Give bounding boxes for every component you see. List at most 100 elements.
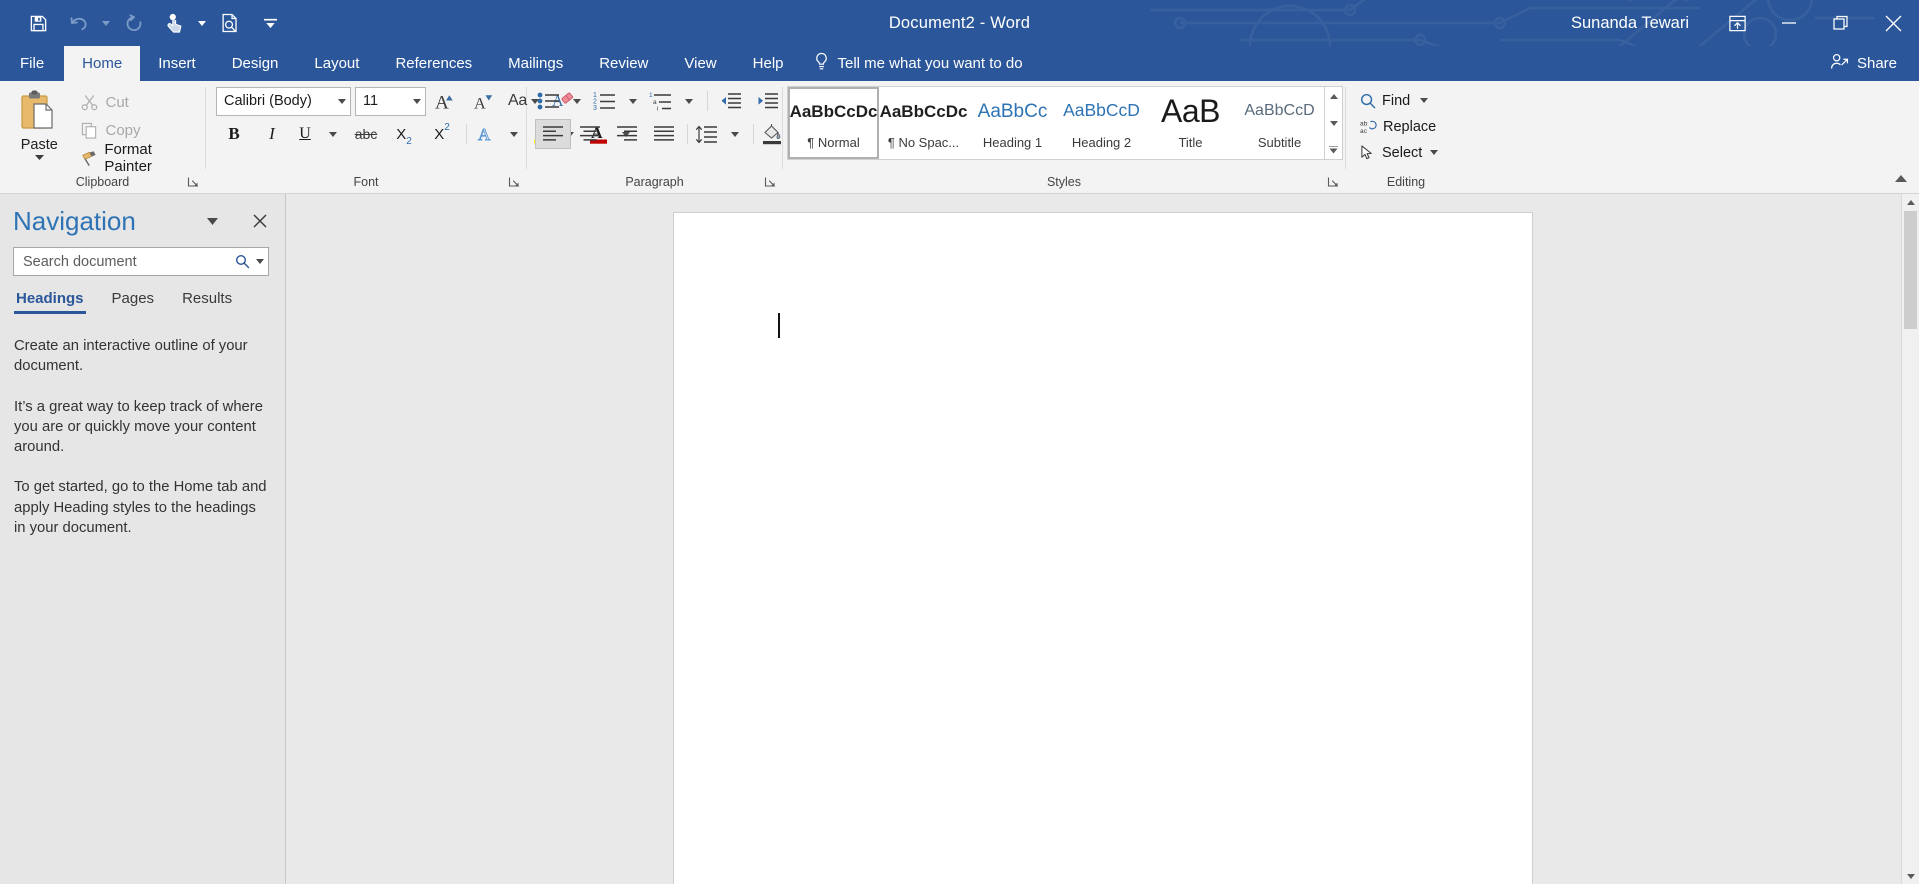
find-button[interactable]: Find: [1356, 88, 1442, 113]
align-center-button[interactable]: [572, 119, 608, 149]
numbering-dropdown-button[interactable]: [620, 86, 646, 116]
strikethrough-button[interactable]: abc: [348, 119, 384, 149]
style-item-normal[interactable]: AaBbCcDc ¶ Normal: [788, 87, 879, 159]
chevron-down-icon[interactable]: [1430, 150, 1439, 155]
tab-file[interactable]: File: [0, 46, 64, 81]
styles-scroll-down-button[interactable]: [1325, 114, 1342, 132]
decrease-font-size-button[interactable]: A: [466, 86, 502, 116]
styles-scroll-up-button[interactable]: [1325, 87, 1342, 105]
styles-dialog-launcher-icon[interactable]: [1327, 176, 1341, 190]
navigation-pane-body: Create an interactive outline of your do…: [0, 314, 285, 538]
font-name-combobox[interactable]: Calibri (Body): [216, 86, 351, 116]
scroll-down-button[interactable]: [1902, 868, 1919, 884]
cut-button[interactable]: Cut: [77, 89, 206, 115]
document-page[interactable]: [673, 213, 1532, 884]
align-left-button[interactable]: [535, 119, 571, 149]
multilevel-list-button[interactable]: 1 a i: [647, 86, 675, 116]
vertical-scrollbar[interactable]: [1901, 194, 1919, 884]
shading-button[interactable]: [759, 119, 785, 149]
styles-more-button[interactable]: [1325, 141, 1342, 159]
save-icon[interactable]: [18, 4, 58, 42]
navigation-help-paragraph: To get started, go to the Home tab and a…: [14, 479, 267, 536]
multilevel-list-dropdown-button[interactable]: [676, 86, 702, 116]
chevron-down-icon: [731, 131, 739, 137]
style-item-subtitle[interactable]: AaBbCcD Subtitle: [1235, 87, 1324, 159]
increase-indent-button[interactable]: [750, 86, 786, 116]
italic-button[interactable]: I: [254, 119, 290, 149]
tell-me-search-box[interactable]: Tell me what you want to do: [802, 46, 1037, 81]
justify-button[interactable]: [646, 119, 682, 149]
scrollbar-thumb[interactable]: [1904, 211, 1917, 329]
redo-icon[interactable]: [114, 4, 154, 42]
superscript-button[interactable]: X2: [424, 119, 460, 149]
underline-button[interactable]: U: [292, 119, 318, 149]
format-painter-button[interactable]: Format Painter: [77, 141, 206, 175]
touch-mode-dropdown-icon[interactable]: [194, 4, 210, 42]
cut-label: Cut: [105, 93, 129, 111]
undo-dropdown-icon[interactable]: [98, 4, 114, 42]
clipboard-dialog-launcher-icon[interactable]: [187, 176, 201, 190]
style-item-heading-1[interactable]: AaBbCc Heading 1: [968, 87, 1057, 159]
nav-tab-results[interactable]: Results: [180, 290, 246, 314]
text-effects-dropdown-button[interactable]: [501, 119, 527, 149]
tab-review[interactable]: Review: [581, 46, 666, 81]
paragraph-dialog-launcher-icon[interactable]: [764, 176, 778, 190]
account-user-name[interactable]: Sunanda Tewari: [1571, 14, 1689, 33]
collapse-ribbon-icon[interactable]: [1893, 171, 1911, 189]
scroll-up-button[interactable]: [1902, 194, 1919, 211]
navigation-search-box[interactable]: [13, 247, 269, 276]
align-right-button[interactable]: [609, 119, 645, 149]
line-spacing-button[interactable]: [693, 119, 721, 149]
bold-button[interactable]: B: [216, 119, 252, 149]
subscript-button[interactable]: X2: [386, 119, 422, 149]
tab-insert[interactable]: Insert: [140, 46, 214, 81]
copy-button[interactable]: Copy: [77, 117, 206, 143]
tab-home[interactable]: Home: [64, 46, 141, 81]
nav-tab-headings[interactable]: Headings: [14, 290, 98, 314]
print-preview-icon[interactable]: [210, 4, 250, 42]
style-item-title[interactable]: AaB Title: [1146, 87, 1235, 159]
font-size-combobox[interactable]: 11: [355, 86, 426, 116]
ribbon-group-font: Calibri (Body) 11 A A Aa B I U abc X 2 X…: [206, 81, 630, 193]
search-input[interactable]: [21, 252, 231, 271]
increase-font-size-button[interactable]: A: [428, 86, 464, 116]
close-icon[interactable]: [1867, 0, 1919, 46]
customize-quick-access-toolbar-icon[interactable]: [250, 4, 290, 42]
underline-dropdown-button[interactable]: [320, 119, 346, 149]
style-item-no-spacing[interactable]: AaBbCcDc ¶ No Spac...: [879, 87, 968, 159]
tab-view[interactable]: View: [666, 46, 734, 81]
line-spacing-dropdown-button[interactable]: [722, 119, 748, 149]
minimize-icon[interactable]: [1763, 0, 1815, 46]
tab-mailings[interactable]: Mailings: [490, 46, 581, 81]
tab-help[interactable]: Help: [735, 46, 802, 81]
chevron-down-icon: [338, 98, 346, 104]
ribbon-display-options-icon[interactable]: [1711, 0, 1763, 46]
touch-mode-icon[interactable]: [154, 4, 194, 42]
select-button[interactable]: Select: [1356, 140, 1442, 165]
undo-icon[interactable]: [58, 4, 98, 42]
style-item-heading-2[interactable]: AaBbCcD Heading 2: [1057, 87, 1146, 159]
navigation-pane-menu-icon[interactable]: [199, 208, 225, 234]
tab-layout[interactable]: Layout: [296, 46, 377, 81]
paste-button[interactable]: Paste: [10, 86, 69, 160]
font-dialog-launcher-icon[interactable]: [508, 176, 522, 190]
bullets-button[interactable]: [535, 86, 563, 116]
navigation-pane-title: Navigation: [13, 206, 136, 236]
decrease-indent-button[interactable]: [713, 86, 749, 116]
chevron-down-icon[interactable]: [1420, 98, 1429, 103]
share-button[interactable]: Share: [1822, 46, 1905, 81]
search-icon[interactable]: [231, 251, 253, 273]
tab-references[interactable]: References: [377, 46, 490, 81]
restore-icon[interactable]: [1815, 0, 1867, 46]
ribbon-group-styles: AaBbCcDc ¶ Normal AaBbCcDc ¶ No Spac... …: [783, 81, 1345, 193]
bullets-dropdown-button[interactable]: [564, 86, 590, 116]
paste-dropdown-icon[interactable]: [34, 155, 44, 160]
nav-tab-pages[interactable]: Pages: [110, 290, 169, 314]
navigation-pane-header: Navigation: [0, 194, 285, 234]
replace-button[interactable]: ab ac Replace: [1356, 114, 1442, 139]
tab-design[interactable]: Design: [214, 46, 297, 81]
search-options-dropdown-icon[interactable]: [253, 251, 266, 273]
navigation-pane-close-icon[interactable]: [247, 208, 273, 234]
text-effects-button[interactable]: A: [473, 119, 499, 149]
numbering-button[interactable]: 1 2 3: [591, 86, 619, 116]
